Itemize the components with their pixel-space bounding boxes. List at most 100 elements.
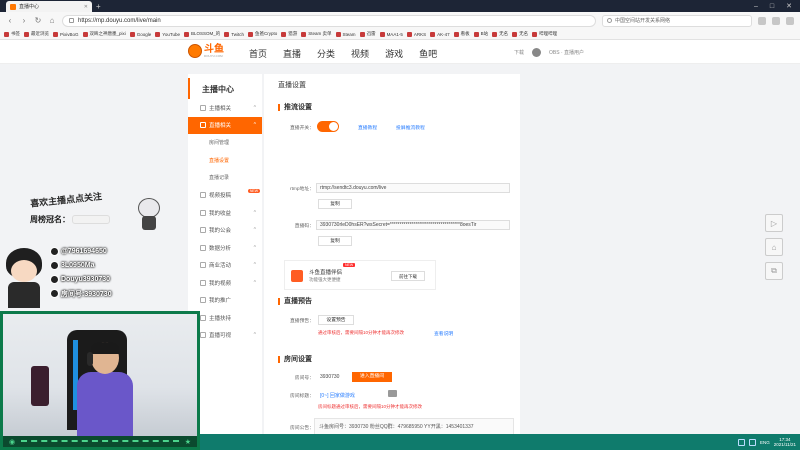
toggle-label: 直播开关： xyxy=(290,126,314,131)
douyu-logo[interactable]: 斗鱼 DOUYU.COM xyxy=(188,44,224,58)
bookmark-item[interactable]: AK-47 xyxy=(430,31,450,37)
room-title-warning: 房间标题通过审核后，需要间隔10分钟才能再次修改 xyxy=(318,404,423,409)
chevron-icon: ^ xyxy=(253,262,256,269)
sidebar-item[interactable]: 我的公会 ^ xyxy=(188,222,262,240)
lock-icon xyxy=(69,18,74,23)
bookmark-item[interactable]: 最近浏览 xyxy=(24,31,49,37)
avatar-face xyxy=(11,260,37,282)
sidebar-item[interactable]: 视频投稿 NEW xyxy=(188,187,262,205)
weibo-row: 3L0950Ma xyxy=(50,260,94,271)
avatar[interactable] xyxy=(532,48,542,57)
bookmark-item[interactable]: 书签 xyxy=(4,31,20,37)
forward-icon[interactable]: › xyxy=(20,16,28,25)
nav-item[interactable]: 游戏 xyxy=(385,47,403,60)
room-title-value[interactable]: [0~] 回家做游戏 xyxy=(320,392,355,399)
bookmark-item[interactable]: Steam 卖单 xyxy=(301,31,332,37)
bookmark-icon xyxy=(224,31,230,37)
lang-indicator[interactable]: ENG xyxy=(760,440,770,445)
play-icon[interactable]: ▷ xyxy=(765,214,783,232)
bookmark-item[interactable]: MAA1-5 xyxy=(379,31,403,37)
nav-item[interactable]: 直播 xyxy=(283,47,301,60)
clock[interactable]: 17:34 2021/11/21 xyxy=(774,437,796,447)
window-controls: – □ ✕ xyxy=(754,1,800,12)
bookmark-item[interactable]: Google xyxy=(129,31,151,37)
bookmark-item[interactable]: ARKS xyxy=(406,31,426,37)
bookmark-item[interactable]: Steam xyxy=(335,31,356,37)
tutorial-link[interactable]: 直播教程 xyxy=(358,124,377,131)
sidebar-subitem[interactable]: 直播设置 xyxy=(188,152,262,170)
bookmark-item[interactable]: 双眸之神唐墨_pixi xyxy=(82,31,126,37)
bookmark-item[interactable]: Twitch xyxy=(224,31,244,37)
nav-item[interactable]: 鱼吧 xyxy=(419,47,437,60)
chevron-icon: ^ xyxy=(253,209,256,216)
nav-item[interactable]: 首页 xyxy=(249,47,267,60)
download-link[interactable]: 下载 xyxy=(514,49,524,56)
user-name[interactable]: OBS · 直播用户 xyxy=(549,49,584,56)
tray-icon[interactable] xyxy=(738,438,746,446)
bookmark-item[interactable]: 无名 xyxy=(512,31,528,37)
reload-icon[interactable]: ↻ xyxy=(34,16,42,25)
cast-tutorial-link[interactable]: 投屏推流教程 xyxy=(396,124,425,131)
code-label: 直播码： xyxy=(294,224,314,229)
copy-code-button[interactable]: 复制 xyxy=(318,236,352,246)
bookmark-label: 迅雷 xyxy=(366,31,376,36)
home-tool-icon[interactable]: ⌂ xyxy=(765,238,783,256)
rtmp-field[interactable]: rtmp://sendtc3.douyu.com/live xyxy=(316,183,510,193)
bookmark-item[interactable]: BLOSSOM_的 xyxy=(183,31,220,37)
nav-item[interactable]: 分类 xyxy=(317,47,335,60)
bookmark-label: Steam xyxy=(342,31,356,37)
volume-icon[interactable] xyxy=(749,438,757,446)
browser-search[interactable]: 中国空间站开发关系网络 xyxy=(602,14,752,27)
sidebar-item[interactable]: 我的收益 ^ xyxy=(188,204,262,222)
edit-title-icon[interactable] xyxy=(388,390,397,397)
close-tab-icon[interactable]: ✕ xyxy=(84,4,88,10)
url-field[interactable]: https://mp.douyu.com/live/main xyxy=(62,14,596,27)
nav-item[interactable]: 视频 xyxy=(351,47,369,60)
bookmark-item[interactable]: 猎游 xyxy=(281,31,297,37)
extension-icon[interactable] xyxy=(758,16,766,25)
sidebar-item[interactable]: 商业活动 ^ xyxy=(188,257,262,275)
bookmark-icon xyxy=(430,31,436,37)
bookmark-label: 书签 xyxy=(11,31,20,36)
sidebar-item[interactable]: 直播相关 ^ xyxy=(188,116,262,134)
close-window-icon[interactable]: ✕ xyxy=(786,1,792,12)
bookmark-icon xyxy=(155,31,161,37)
copy-rtmp-button[interactable]: 复制 xyxy=(318,199,352,209)
sidebar-item[interactable]: 我的视频 ^ xyxy=(188,274,262,292)
bookmark-icon xyxy=(406,31,412,37)
live-toggle[interactable] xyxy=(317,121,339,132)
bookmark-item[interactable]: 哔哩哔哩 xyxy=(532,31,557,37)
bookmark-item[interactable]: 看板 xyxy=(453,31,470,37)
frame-dots xyxy=(21,440,179,443)
bookmark-item[interactable]: 无名 xyxy=(492,31,508,37)
sidebar-item[interactable]: 数据分析 ^ xyxy=(188,239,262,257)
new-tab-button[interactable]: + xyxy=(96,1,101,12)
notice-help-link[interactable]: 查看说明 xyxy=(434,330,453,337)
sidebar-item[interactable]: 我的推广 xyxy=(188,292,262,310)
fans-icon xyxy=(50,289,59,298)
back-icon[interactable]: ‹ xyxy=(6,16,14,25)
browser-tab[interactable]: 直播中心 ✕ xyxy=(6,1,92,12)
announcement-label: 房间公告： xyxy=(290,426,314,431)
download-icon[interactable] xyxy=(772,16,780,25)
set-notice-button[interactable]: 设置预告 xyxy=(318,315,354,325)
minimize-icon[interactable]: – xyxy=(754,1,758,12)
sidebar-subitem[interactable]: 房间管理 xyxy=(188,134,262,152)
stream-code-field[interactable]: 3930730rleD0hsER?wsSecret=**************… xyxy=(316,220,510,230)
download-button[interactable]: 前往下载 xyxy=(391,271,425,281)
maximize-icon[interactable]: □ xyxy=(770,1,774,12)
bookmark-item[interactable]: YouTube xyxy=(155,31,180,37)
sidebar-item-label: 视频投稿 xyxy=(209,193,232,200)
sidebar-subitem[interactable]: 直播记录 xyxy=(188,169,262,187)
enter-room-button[interactable]: 进入直播间 xyxy=(352,372,392,382)
bookmark-item[interactable]: 迅雷 xyxy=(359,31,376,37)
toggle-knob xyxy=(329,122,338,131)
room-id-label: 房间号： xyxy=(294,376,314,381)
bookmark-item[interactable]: PixivBoG xyxy=(53,31,79,37)
menu-icon[interactable] xyxy=(786,16,794,25)
screen-tool-icon[interactable]: ⧉ xyxy=(765,262,783,280)
home-icon[interactable]: ⌂ xyxy=(48,16,56,25)
bookmark-item[interactable]: B站 xyxy=(473,31,488,37)
sidebar-item[interactable]: 主播相关 ^ xyxy=(188,99,262,117)
bookmark-item[interactable]: 鱼爸Crypto xyxy=(248,31,277,37)
